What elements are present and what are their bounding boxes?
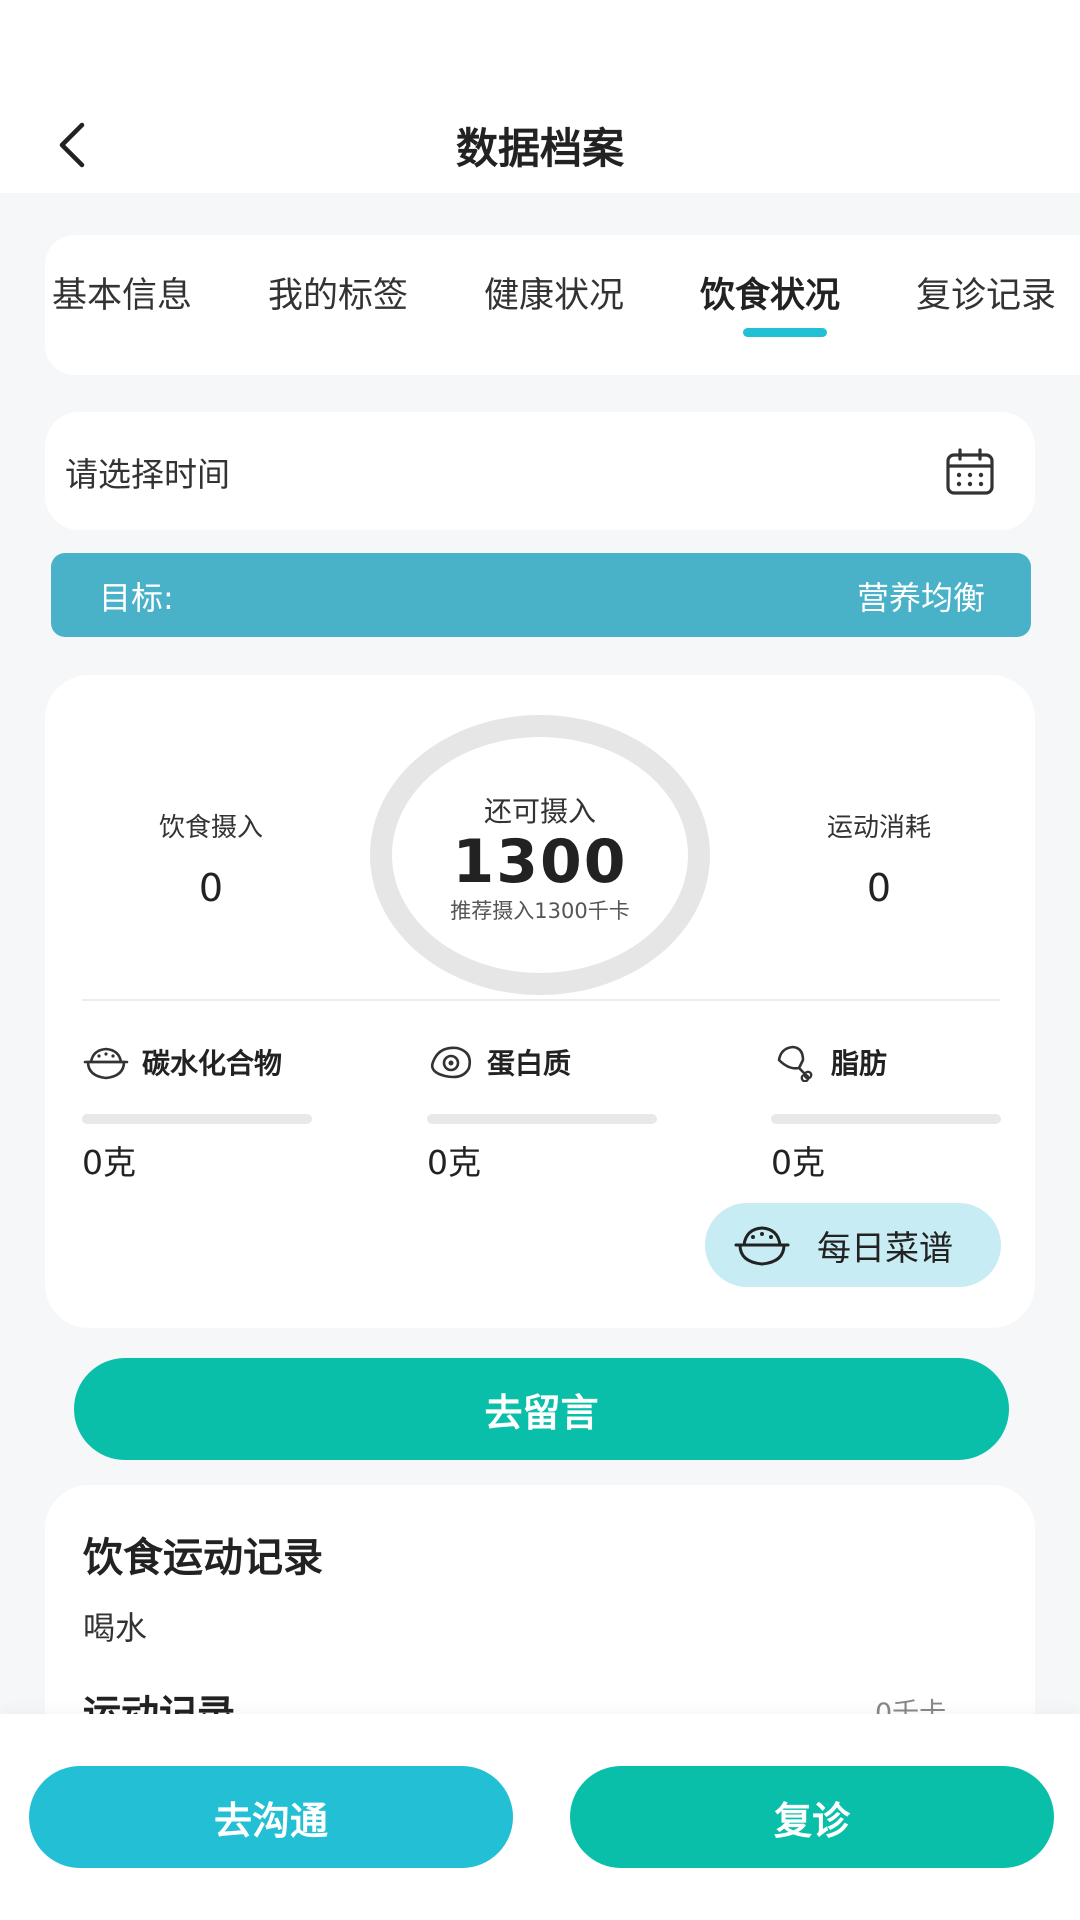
- active-tab-indicator: [743, 328, 827, 337]
- daily-recipe-label: 每日菜谱: [817, 1228, 953, 1269]
- nutrient-value: 0克: [427, 1143, 481, 1182]
- tab-basic-info[interactable]: 基本信息: [52, 267, 192, 318]
- recipe-bowl-icon: [734, 1226, 790, 1266]
- date-picker[interactable]: 请选择时间: [45, 412, 1035, 530]
- calendar-icon: [946, 448, 994, 495]
- tab-revisit-records[interactable]: 复诊记录: [916, 267, 1056, 318]
- goal-value: 营养均衡: [856, 579, 985, 617]
- intake-stat: 饮食摄入 0: [91, 807, 331, 910]
- tab-diet-status[interactable]: 饮食状况: [700, 267, 840, 318]
- intake-label: 饮食摄入: [158, 813, 263, 843]
- bottom-action-bar: 去沟通 复诊: [0, 1714, 1080, 1920]
- remaining-value: 1300: [452, 827, 628, 897]
- nutrient-value: 0克: [771, 1143, 825, 1182]
- nutrient-fat: 脂肪 0克: [771, 1040, 1001, 1184]
- goal-bar: 目标: 营养均衡: [51, 553, 1031, 637]
- leave-message-button[interactable]: 去留言: [74, 1358, 1009, 1460]
- nav-bar: 数据档案: [0, 95, 1080, 193]
- exercise-label: 运动消耗: [826, 813, 931, 843]
- egg-icon: [430, 1046, 472, 1079]
- nutrient-name: 脂肪: [831, 1047, 888, 1080]
- tab-my-tags[interactable]: 我的标签: [268, 267, 408, 318]
- calorie-summary-card: 饮食摄入 0 还可摄入 1300 推荐摄入1300千卡 运动消耗 0 碳水化合物…: [45, 675, 1035, 1328]
- revisit-button[interactable]: 复诊: [570, 1766, 1054, 1868]
- date-placeholder: 请选择时间: [65, 455, 230, 494]
- daily-recipe-button[interactable]: 每日菜谱: [705, 1203, 1001, 1287]
- go-communicate-button[interactable]: 去沟通: [29, 1766, 513, 1868]
- divider: [82, 999, 1000, 1001]
- page-title: 数据档案: [455, 124, 624, 173]
- nutrient-name: 蛋白质: [487, 1047, 572, 1080]
- nutrient-progress-bar: [82, 1114, 312, 1124]
- goal-label: 目标:: [99, 579, 174, 617]
- nutrient-name: 碳水化合物: [142, 1047, 283, 1080]
- nutrient-progress-bar: [427, 1114, 657, 1124]
- nutrient-protein: 蛋白质 0克: [427, 1040, 657, 1184]
- recommended-intake: 推荐摄入1300千卡: [450, 899, 630, 923]
- intake-value: 0: [198, 866, 224, 910]
- exercise-value: 0: [866, 866, 892, 910]
- drumstick-icon: [777, 1045, 813, 1082]
- exercise-stat: 运动消耗 0: [759, 807, 999, 910]
- water-label: 喝水: [83, 1609, 148, 1647]
- tab-health-status[interactable]: 健康状况: [484, 267, 624, 318]
- calendar-button[interactable]: [945, 447, 995, 497]
- records-title: 饮食运动记录: [83, 1535, 323, 1581]
- nutrient-progress-bar: [771, 1114, 1001, 1124]
- status-bar: [0, 0, 1080, 95]
- tab-bar: 基本信息 我的标签 健康状况 饮食状况 复诊记录: [45, 235, 1080, 375]
- remaining-label: 还可摄入: [483, 795, 596, 828]
- rice-bowl-icon: [83, 1047, 129, 1080]
- nutrient-value: 0克: [82, 1143, 136, 1182]
- nutrient-carbs: 碳水化合物 0克: [82, 1040, 312, 1184]
